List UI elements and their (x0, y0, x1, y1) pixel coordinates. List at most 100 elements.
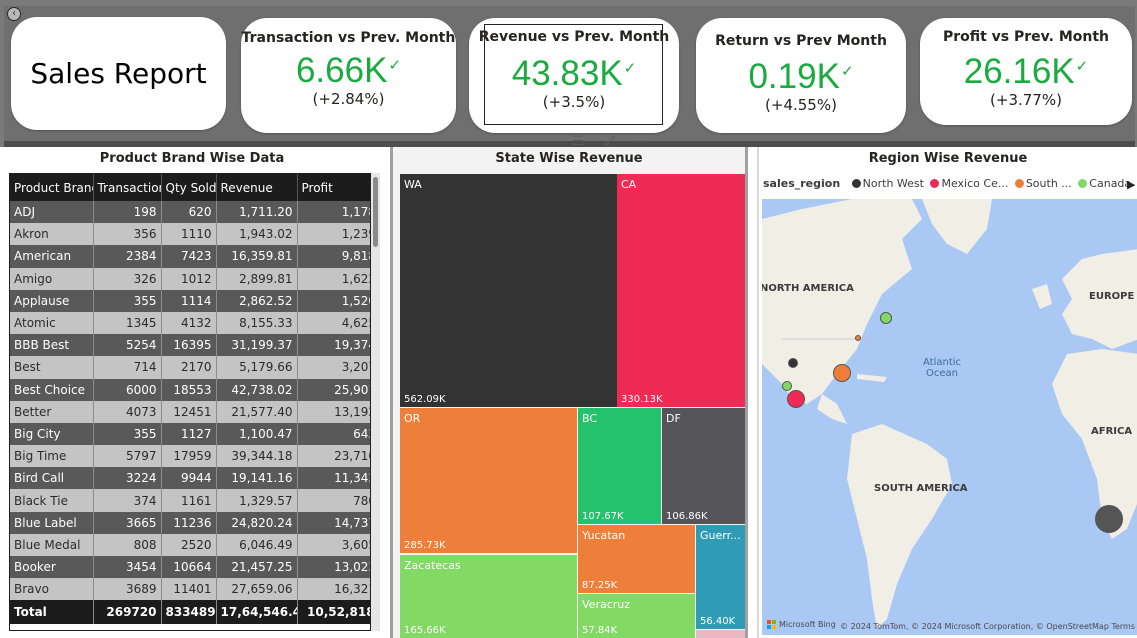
table-cell: American (10, 245, 94, 268)
treemap-tile-value: 165.66K (404, 625, 446, 636)
table-scrollbar-thumb[interactable] (373, 177, 378, 247)
table-cell: Better (10, 400, 94, 423)
treemap-tile-value: 107.67K (582, 511, 624, 522)
table-cell: 39,344.18 (216, 445, 298, 468)
column-header-qty-sold[interactable]: Qty Sold (161, 174, 217, 201)
table-row[interactable]: Blue Label36651123624,820.2414,737.4 (10, 511, 370, 534)
table-row[interactable]: BBB Best52541639531,199.3719,374.9 (10, 334, 370, 357)
map-credit[interactable]: © 2024 TomTom, © 2024 Microsoft Corporat… (840, 622, 1135, 631)
treemap-tile[interactable]: DF 106.86K (662, 408, 745, 524)
legend-next-icon[interactable]: ▶ (1127, 178, 1135, 191)
treemap-tile[interactable] (696, 630, 745, 638)
treemap-tile-label: Zacatecas (404, 559, 461, 572)
table-row[interactable]: Bird Call3224994419,141.1611,343.2 (10, 467, 370, 490)
table-row[interactable]: Blue Medal80825206,046.493,605.9 (10, 533, 370, 556)
more-options-icon[interactable]: ⋯ (636, 134, 649, 149)
table-cell: 3454 (93, 556, 162, 579)
microsoft-logo-icon (767, 620, 776, 629)
treemap-tile-value: 56.40K (700, 616, 736, 627)
column-header-profit[interactable]: Profit (297, 174, 370, 201)
table-cell: Big Time (10, 445, 94, 468)
kpi-value: 26.16K✓ (920, 48, 1132, 91)
legend-item[interactable]: North West (849, 177, 924, 190)
map-bubble[interactable] (855, 335, 861, 341)
visual-header-icons: ☰ ⤢ ⋯ (562, 128, 659, 154)
treemap-tile[interactable]: Veracruz 57.84K (578, 594, 695, 638)
table-row[interactable]: Better40731245121,577.4013,192.6 (10, 400, 370, 423)
table-total-cell: Total (10, 600, 94, 625)
map-panel: Region Wise Revenue sales_region North W… (757, 147, 1137, 638)
table-cell: 5797 (93, 445, 162, 468)
table-row[interactable]: Big Time57971795939,344.1823,710.2 (10, 445, 370, 468)
bing-logo: Microsoft Bing (767, 620, 836, 629)
treemap-tile[interactable]: CA 330.13K (617, 174, 745, 407)
table-cell: 355 (93, 422, 162, 446)
column-header-brand[interactable]: Product Brand (10, 174, 94, 201)
kpi-card-transaction[interactable]: Transaction vs Prev. Month 6.66K✓ (+2.84… (241, 18, 456, 133)
map-bubble-mexico[interactable] (787, 390, 805, 408)
treemap-tile[interactable]: WA 562.09K (400, 174, 617, 407)
treemap-tile-value: 330.13K (621, 394, 663, 405)
title-card: Sales Report (11, 17, 226, 130)
table-cell: 21,457.25 (216, 556, 298, 579)
table-row[interactable]: Atomic134541328,155.334,625.0 (10, 311, 370, 335)
table-cell: 3665 (93, 511, 162, 534)
map-label-europe: EUROPE (1089, 291, 1135, 302)
table-cell: 1,100.47 (216, 422, 298, 446)
kpi-card-return[interactable]: Return vs Prev Month 0.19K✓ (+4.55%) (696, 18, 906, 133)
table-cell: 355 (93, 289, 162, 312)
table-row[interactable]: American2384742316,359.819,818.7 (10, 245, 370, 268)
table-cell: Best (10, 356, 94, 379)
focus-mode-icon[interactable]: ⤢ (605, 134, 615, 149)
treemap-tile[interactable]: OR 285.73K (400, 408, 577, 553)
treemap-tile[interactable]: BC 107.67K (578, 408, 661, 524)
report-canvas: ‹ Sales Report Transaction vs Prev. Mont… (0, 0, 1137, 638)
column-header-transaction[interactable]: Transaction (93, 174, 162, 201)
kpi-value: 0.19K✓ (696, 53, 906, 96)
filter-icon[interactable]: ☰ (572, 134, 584, 149)
table-cell: Amigo (10, 267, 94, 290)
table-row[interactable]: Booker34541066421,457.2513,023.5 (10, 556, 370, 579)
treemap-tile[interactable]: Guerr... 56.40K (696, 525, 745, 629)
table-row[interactable]: Akron35611101,943.021,239.0 (10, 223, 370, 246)
table-cell: 7423 (161, 245, 217, 268)
world-map[interactable]: NORTH AMERICA EUROPE AFRICA SOUTH AMERIC… (762, 199, 1137, 635)
table-cell: 25,901.3 (297, 378, 370, 401)
legend-item[interactable]: South ... (1012, 177, 1072, 190)
legend-label: North West (862, 177, 924, 190)
map-bubble[interactable] (782, 381, 792, 391)
treemap-panel: State Wise Revenue WA 562.09K CA 330.13K OR 2… (390, 147, 1052, 638)
map-label-atlantic: Atlantic Ocean (922, 357, 962, 379)
kpi-title: Return vs Prev Month (715, 33, 887, 49)
kpi-title: Profit vs Prev. Month (942, 29, 1110, 45)
map-bubble-south[interactable] (833, 364, 851, 382)
table-cell: 14,737.4 (297, 511, 370, 534)
table-cell: 11,343.2 (297, 467, 370, 490)
table-row[interactable]: Black Tie37411611,329.57780.5 (10, 489, 370, 512)
column-header-revenue[interactable]: Revenue (216, 174, 298, 201)
table-cell: 11236 (161, 511, 217, 534)
kpi-card-profit[interactable]: Profit vs Prev. Month 26.16K✓ (+3.77%) (920, 18, 1132, 125)
treemap-tile-label: Yucatan (582, 529, 626, 542)
back-arrow-icon[interactable]: ‹ (7, 7, 21, 21)
treemap-tile-value: 562.09K (404, 394, 446, 405)
table-cell: 11401 (161, 578, 217, 601)
table-row[interactable]: Amigo32610122,899.811,622.4 (10, 267, 370, 290)
table-row[interactable]: Big City35511271,100.47643.3 (10, 422, 370, 446)
map-bubble-canada[interactable] (880, 312, 892, 324)
treemap-tile[interactable]: Zacatecas 165.66K (400, 555, 577, 638)
table-row[interactable]: ADJ1986201,711.201,178.0 (10, 201, 370, 224)
table-row[interactable]: Best Choice60001855342,738.0225,901.3 (10, 378, 370, 401)
table-cell: 1345 (93, 311, 162, 335)
product-table[interactable]: Product Brand Transaction Qty Sold Reven… (9, 173, 371, 631)
legend-item[interactable]: Mexico Ce... (927, 177, 1008, 190)
table-row[interactable]: Best71421705,179.663,207.1 (10, 356, 370, 379)
treemap-tile[interactable]: Yucatan 87.25K (578, 525, 695, 593)
table-row[interactable]: Applause35511142,862.521,520.2 (10, 289, 370, 312)
map-bubble-north-west[interactable] (788, 358, 798, 368)
map-label-south-america: SOUTH AMERICA (874, 483, 968, 494)
map-label-africa: AFRICA (1091, 426, 1133, 437)
table-scrollbar[interactable] (371, 173, 380, 631)
map-bubble[interactable] (1095, 505, 1123, 533)
table-row[interactable]: Bravo36891140127,659.0616,321.5 (10, 578, 370, 601)
